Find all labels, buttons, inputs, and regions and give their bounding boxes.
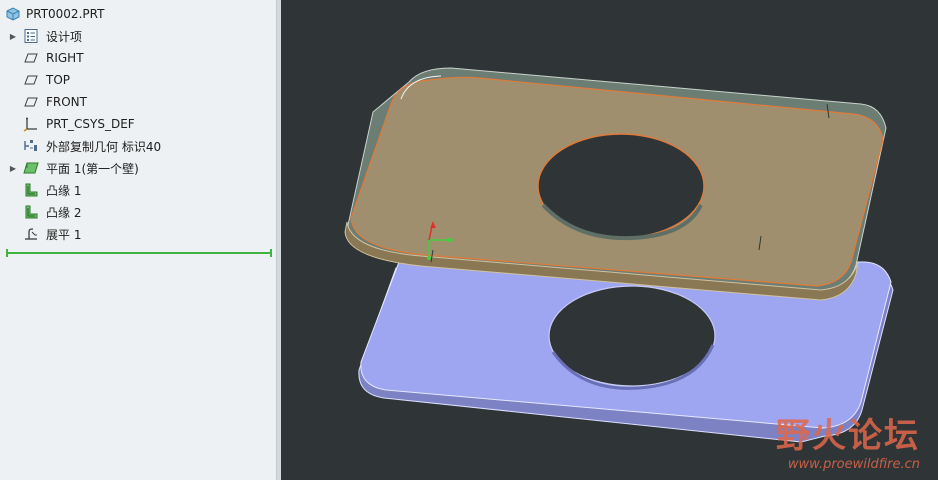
tree-item-top-plane[interactable]: TOP xyxy=(0,69,276,91)
tree-item-unbend[interactable]: 展平 1 xyxy=(0,223,276,245)
tree-item-right-plane[interactable]: RIGHT xyxy=(0,47,276,69)
tree-item-flange-1[interactable]: 凸缘 1 xyxy=(0,179,276,201)
watermark: 野火论坛 www.proewildfire.cn xyxy=(776,408,920,472)
tree-item-label: 凸缘 1 xyxy=(46,183,82,198)
insert-here-marker[interactable] xyxy=(6,249,272,257)
tree-item-label: 平面 1(第一个壁) xyxy=(46,161,139,176)
layer-list-icon xyxy=(23,28,39,44)
watermark-url: www.proewildfire.cn xyxy=(787,457,920,472)
tree-root-part[interactable]: PRT0002.PRT xyxy=(0,3,276,25)
tree-root-label: PRT0002.PRT xyxy=(26,7,105,21)
tree-item-label: PRT_CSYS_DEF xyxy=(46,117,135,131)
tree-item-flange-2[interactable]: 凸缘 2 xyxy=(0,201,276,223)
tree-item-label: 设计项 xyxy=(46,29,83,44)
graphics-viewport[interactable]: 野火论坛 www.proewildfire.cn xyxy=(281,0,938,480)
tree-item-external-copy-geometry[interactable]: 外部复制几何 标识40 xyxy=(0,135,276,157)
tree-item-label: FRONT xyxy=(46,95,87,109)
datum-plane-icon xyxy=(23,72,39,88)
planar-wall-icon xyxy=(23,160,39,176)
csys-icon xyxy=(23,116,39,132)
tree-item-label: 外部复制几何 标识40 xyxy=(46,139,162,154)
flange-icon xyxy=(23,204,39,220)
expand-arrow-icon[interactable]: ▶ xyxy=(9,25,17,47)
tree-item-front-plane[interactable]: FRONT xyxy=(0,91,276,113)
tree-item-label: 展平 1 xyxy=(46,227,82,242)
model-tree-panel: PRT0002.PRT ▶ 设计项 RIGHT TOP FRONT PRT_CS… xyxy=(0,0,276,480)
tree-item-planar-wall[interactable]: ▶ 平面 1(第一个壁) xyxy=(0,157,276,179)
copy-geometry-icon xyxy=(23,138,39,154)
sheet-metal-part[interactable] xyxy=(344,67,887,301)
tree-item-csys[interactable]: PRT_CSYS_DEF xyxy=(0,113,276,135)
datum-plane-icon xyxy=(23,50,39,66)
tree-item-label: 凸缘 2 xyxy=(46,205,82,220)
unbend-icon xyxy=(23,226,39,242)
tree-item-label: TOP xyxy=(46,73,71,87)
tree-item-design-items[interactable]: ▶ 设计项 xyxy=(0,25,276,47)
watermark-brand: 野火论坛 xyxy=(776,416,920,456)
tree-item-label: RIGHT xyxy=(46,51,84,65)
expand-arrow-icon[interactable]: ▶ xyxy=(9,157,17,179)
flange-icon xyxy=(23,182,39,198)
datum-plane-icon xyxy=(23,94,39,110)
part-icon xyxy=(5,6,21,22)
